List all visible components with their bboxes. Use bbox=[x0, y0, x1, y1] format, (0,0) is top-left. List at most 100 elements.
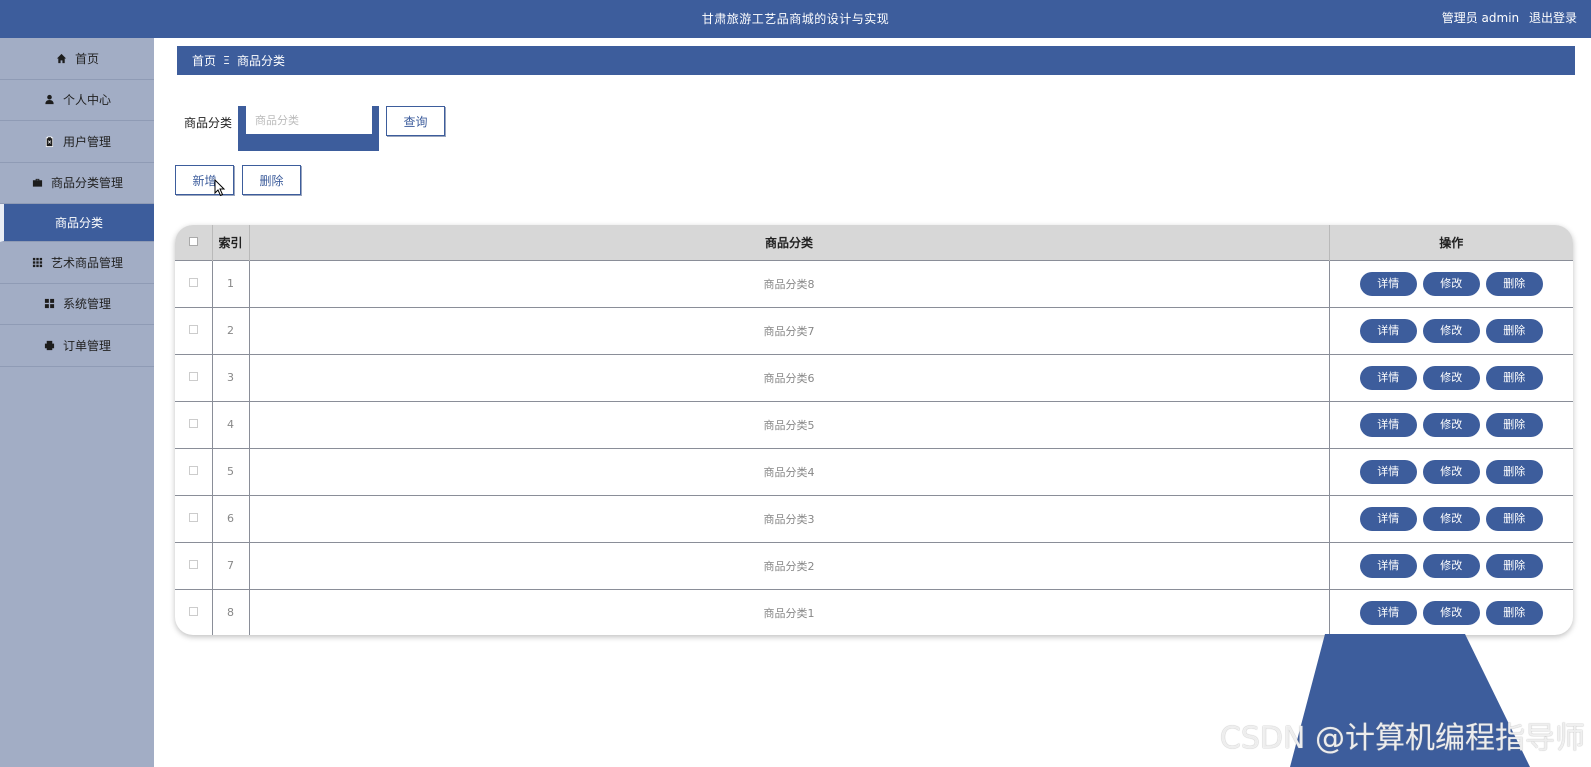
row-checkbox[interactable] bbox=[188, 560, 198, 569]
search-row: 商品分类 查询 bbox=[184, 106, 446, 151]
edit-button[interactable]: 修改 bbox=[1422, 600, 1480, 625]
apps-icon bbox=[43, 297, 57, 311]
breadcrumb-home[interactable]: 首页 bbox=[192, 52, 216, 69]
row-checkbox-cell bbox=[175, 448, 213, 495]
sidebar-item-label: 商品分类 bbox=[54, 216, 103, 230]
row-actions: 详情 修改 删除 bbox=[1329, 589, 1573, 635]
sidebar-item-system[interactable]: 系统管理 bbox=[0, 284, 154, 325]
sidebar-item-art-products[interactable]: 艺术商品管理 bbox=[0, 242, 154, 284]
delete-button[interactable]: 删除 bbox=[1485, 553, 1543, 578]
delete-button[interactable]: 删除 bbox=[1485, 459, 1543, 484]
row-checkbox[interactable] bbox=[188, 325, 198, 334]
detail-button[interactable]: 详情 bbox=[1359, 412, 1417, 437]
edit-button[interactable]: 修改 bbox=[1422, 365, 1480, 390]
breadcrumb-separator: Ξ bbox=[223, 54, 230, 67]
sidebar-item-label: 用户管理 bbox=[62, 134, 111, 149]
sidebar-item-label: 商品分类管理 bbox=[50, 176, 123, 191]
table-header-row: 索引 商品分类 操作 bbox=[175, 225, 1573, 260]
detail-button[interactable]: 详情 bbox=[1359, 318, 1417, 343]
row-checkbox[interactable] bbox=[188, 607, 198, 617]
category-table: 索引 商品分类 操作 1 商品分类8 详情 修改 删除 2 商品分类7 详情 修改 删除 3 商品分类… bbox=[175, 225, 1573, 635]
action-row: 新增 删除 bbox=[175, 165, 309, 195]
table-row: 5 商品分类4 详情 修改 删除 bbox=[175, 448, 1573, 495]
sidebar-item-category[interactable]: 商品分类 bbox=[0, 204, 154, 242]
row-index: 7 bbox=[212, 542, 250, 589]
row-category: 商品分类5 bbox=[249, 401, 1330, 448]
sidebar-item-users[interactable]: 用户管理 bbox=[0, 121, 154, 163]
detail-button[interactable]: 详情 bbox=[1359, 271, 1417, 296]
row-checkbox[interactable] bbox=[188, 419, 198, 428]
edit-button[interactable]: 修改 bbox=[1422, 553, 1480, 578]
row-category: 商品分类7 bbox=[249, 307, 1330, 354]
delete-button[interactable]: 删除 bbox=[1485, 271, 1543, 296]
breadcrumb-current: 商品分类 bbox=[236, 54, 285, 68]
row-checkbox-cell bbox=[175, 589, 213, 635]
edit-button[interactable]: 修改 bbox=[1422, 318, 1480, 343]
delete-button[interactable]: 删除 bbox=[1485, 318, 1543, 343]
user-label: 管理员 admin bbox=[1441, 11, 1520, 25]
detail-button[interactable]: 详情 bbox=[1359, 459, 1417, 484]
row-checkbox-cell bbox=[175, 307, 213, 354]
row-checkbox-cell bbox=[175, 401, 213, 448]
row-actions: 详情 修改 删除 bbox=[1329, 260, 1573, 307]
delete-button[interactable]: 删除 bbox=[1485, 412, 1543, 437]
detail-button[interactable]: 详情 bbox=[1359, 506, 1417, 531]
row-checkbox-cell bbox=[175, 260, 213, 307]
print-icon bbox=[43, 338, 57, 352]
grid-icon bbox=[31, 255, 45, 269]
row-category: 商品分类6 bbox=[249, 354, 1330, 401]
select-all-cell bbox=[175, 225, 213, 260]
sidebar-item-category-management[interactable]: 商品分类管理 bbox=[0, 163, 154, 204]
row-actions: 详情 修改 删除 bbox=[1329, 354, 1573, 401]
sidebar-item-home[interactable]: 首页 bbox=[0, 38, 154, 80]
breadcrumb: 首页 Ξ 商品分类 bbox=[177, 46, 1575, 75]
row-checkbox[interactable] bbox=[188, 466, 198, 475]
row-index: 5 bbox=[212, 448, 250, 495]
category-search-input[interactable] bbox=[246, 106, 373, 134]
detail-button[interactable]: 详情 bbox=[1359, 365, 1417, 390]
row-actions: 详情 修改 删除 bbox=[1329, 401, 1573, 448]
row-actions: 详情 修改 删除 bbox=[1329, 542, 1573, 589]
sidebar-item-orders[interactable]: 订单管理 bbox=[0, 325, 154, 367]
column-header: 操作 bbox=[1439, 235, 1464, 250]
row-category: 商品分类2 bbox=[249, 542, 1330, 589]
select-all-checkbox[interactable] bbox=[188, 237, 198, 247]
row-category: 商品分类3 bbox=[249, 495, 1330, 542]
query-button[interactable]: 查询 bbox=[386, 106, 446, 136]
app-title: 甘肃旅游工艺品商城的设计与实现 bbox=[701, 12, 890, 26]
watermark: CSDN @计算机编程指导师 bbox=[1219, 721, 1585, 756]
row-checkbox-cell bbox=[175, 354, 213, 401]
delete-button[interactable]: 删除 bbox=[1485, 506, 1543, 531]
logout-link[interactable]: 退出登录 bbox=[1529, 11, 1577, 25]
edit-button[interactable]: 修改 bbox=[1422, 506, 1480, 531]
search-label: 商品分类 bbox=[184, 116, 233, 130]
column-header: 索引 bbox=[212, 225, 250, 260]
user-icon bbox=[43, 93, 57, 107]
row-index: 3 bbox=[212, 354, 250, 401]
search-box bbox=[238, 106, 380, 151]
table-row: 1 商品分类8 详情 修改 删除 bbox=[175, 260, 1573, 307]
delete-button[interactable]: 删除 bbox=[1485, 600, 1543, 625]
sidebar-item-profile[interactable]: 个人中心 bbox=[0, 80, 154, 121]
row-actions: 详情 修改 删除 bbox=[1329, 495, 1573, 542]
delete-button[interactable]: 删除 bbox=[1485, 365, 1543, 390]
row-checkbox[interactable] bbox=[188, 513, 198, 522]
edit-button[interactable]: 修改 bbox=[1422, 459, 1480, 484]
table-row: 8 商品分类1 详情 修改 删除 bbox=[175, 589, 1573, 635]
table-row: 3 商品分类6 详情 修改 删除 bbox=[175, 354, 1573, 401]
sidebar-item-label: 艺术商品管理 bbox=[50, 255, 123, 270]
detail-button[interactable]: 详情 bbox=[1359, 600, 1417, 625]
edit-button[interactable]: 修改 bbox=[1422, 271, 1480, 296]
row-checkbox[interactable] bbox=[188, 278, 198, 287]
briefcase-icon bbox=[31, 176, 45, 190]
detail-button[interactable]: 详情 bbox=[1359, 553, 1417, 578]
row-checkbox[interactable] bbox=[188, 372, 198, 381]
mouse-cursor-icon bbox=[214, 179, 226, 197]
batch-delete-button[interactable]: 删除 bbox=[242, 165, 301, 195]
sidebar-item-label: 首页 bbox=[74, 51, 99, 66]
row-index: 6 bbox=[212, 495, 250, 542]
row-checkbox-cell bbox=[175, 495, 213, 542]
table-row: 7 商品分类2 详情 修改 删除 bbox=[175, 542, 1573, 589]
sidebar-item-label: 系统管理 bbox=[62, 297, 111, 312]
edit-button[interactable]: 修改 bbox=[1422, 412, 1480, 437]
